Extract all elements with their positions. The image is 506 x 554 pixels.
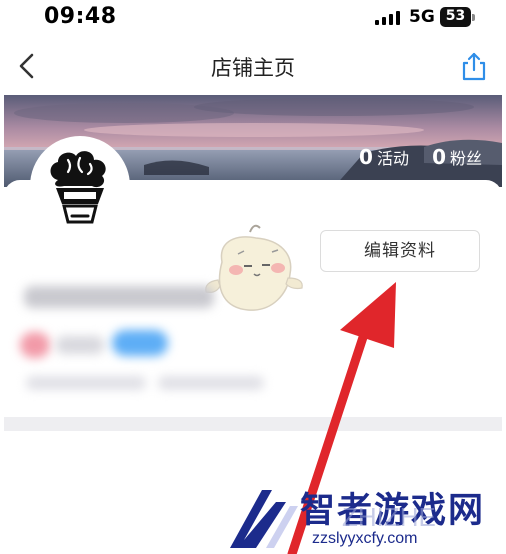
page-title: 店铺主页 [211, 56, 295, 80]
section-divider [4, 417, 502, 431]
chick-mascot-icon [205, 224, 303, 311]
nav-bar: 店铺主页 [0, 40, 506, 95]
shop-tag-blue-blurred [112, 330, 168, 356]
fans-count: 0 [432, 145, 446, 169]
battery-icon: 53 [440, 7, 476, 27]
share-button[interactable] [457, 50, 491, 84]
signal-strength-icon [375, 11, 405, 25]
share-icon [462, 52, 486, 81]
status-time: 09:48 [44, 4, 117, 29]
fans-label[interactable]: 粉丝 [450, 149, 482, 168]
activity-label[interactable]: 活动 [377, 149, 409, 168]
watermark-logo-icon [230, 490, 298, 548]
watermark-url: zzslyyxcfy.com [312, 530, 418, 547]
watermark-ghost-text: ZHIZHE [342, 502, 436, 532]
battery-level: 53 [445, 8, 466, 24]
edit-profile-button[interactable]: 编辑资料 [320, 230, 480, 272]
activity-count: 0 [359, 145, 373, 169]
shop-stats: 0 活动 0 粉丝 [359, 145, 482, 169]
shop-info-line2-blurred [158, 376, 264, 390]
shop-tag-gray-blurred [56, 336, 104, 354]
shop-info-line1-blurred [26, 376, 146, 390]
watermark: 智者游戏网 ZHIZHE zzslyyxcfy.com [226, 482, 506, 554]
network-type: 5G [409, 7, 435, 27]
brain-avatar-icon [50, 151, 106, 224]
avatar[interactable] [30, 136, 130, 236]
shop-name-blurred [24, 286, 214, 308]
mascot-sticker [198, 222, 310, 322]
status-bar: 09:48 5G 53 [0, 0, 506, 38]
shop-tag-red-blurred [20, 332, 50, 358]
